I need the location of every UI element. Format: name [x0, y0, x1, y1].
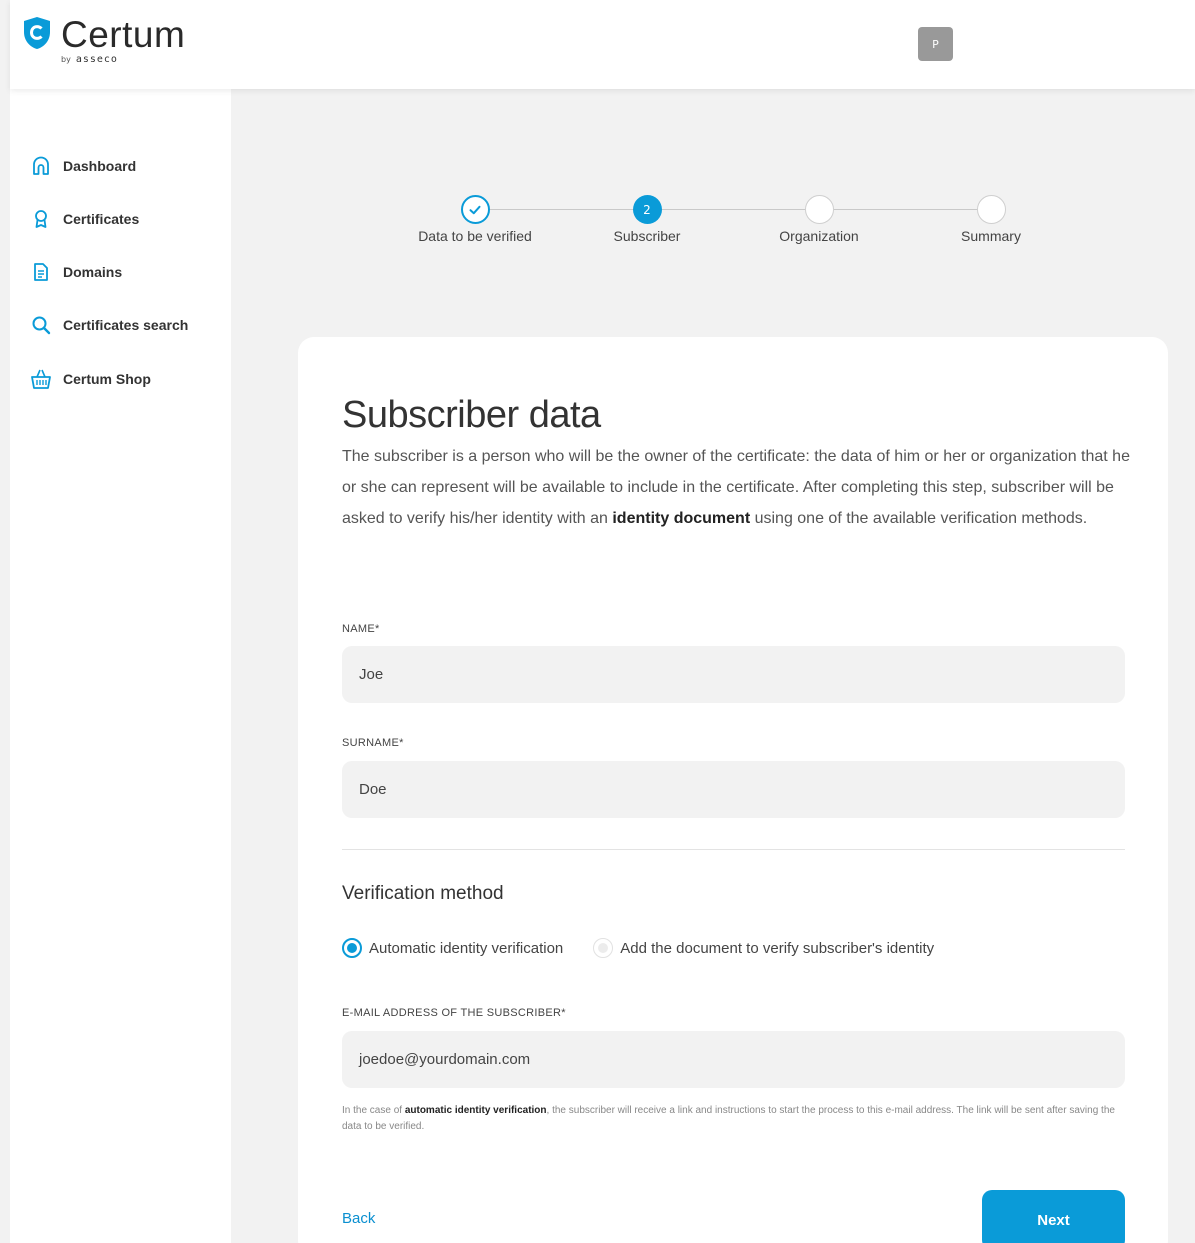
step-circle [804, 195, 834, 224]
sidebar-item-certum-shop[interactable]: Certum Shop [30, 366, 151, 392]
divider [342, 849, 1125, 850]
verification-method-title: Verification method [342, 883, 504, 904]
step-circle [460, 195, 490, 224]
brand-name: Certum [61, 14, 186, 55]
sidebar-item-label: Certificates [63, 211, 140, 227]
step-circle [976, 195, 1006, 224]
sidebar-item-label: Dashboard [63, 158, 137, 174]
step-label: Summary [961, 228, 1021, 244]
surname-field[interactable]: Doe [342, 761, 1125, 818]
step-subscriber[interactable]: 2 Subscriber [567, 195, 727, 244]
radio-add-document[interactable]: Add the document to verify subscriber's … [593, 938, 934, 958]
basket-icon [30, 368, 52, 390]
sidebar-item-label: Certificates search [63, 317, 189, 333]
sidebar-item-label: Domains [63, 264, 123, 280]
step-summary[interactable]: Summary [911, 195, 1071, 244]
subscriber-form-card: Subscriber data The subscriber is a pers… [298, 337, 1168, 1243]
note-text-bold: automatic identity verification [404, 1105, 547, 1116]
email-field[interactable]: joedoe@yourdomain.com [342, 1031, 1125, 1088]
sidebar: Dashboard Certificates Domains Certifica… [10, 89, 231, 1243]
brand-by: by [61, 55, 71, 64]
radio-button-unselected[interactable] [593, 938, 614, 958]
radio-automatic-verification[interactable]: Automatic identity verification [342, 938, 563, 958]
step-label: Organization [779, 228, 859, 244]
verification-method-radio-group: Automatic identity verification Add the … [342, 936, 964, 960]
next-button[interactable]: Next [982, 1190, 1125, 1243]
step-organization[interactable]: Organization [739, 195, 899, 244]
certum-logo[interactable]: Certum by asseco [22, 16, 185, 65]
search-icon [30, 314, 52, 336]
step-label: Data to be verified [418, 228, 532, 244]
sidebar-item-domains[interactable]: Domains [30, 259, 122, 285]
note-text-part: In the case of [342, 1105, 405, 1116]
name-field[interactable]: Joe [342, 646, 1125, 703]
document-icon [30, 261, 52, 283]
intro-text-bold: identity document [612, 510, 751, 527]
sidebar-item-label: Certum Shop [63, 371, 151, 387]
sidebar-item-certificates[interactable]: Certificates [30, 206, 139, 232]
radio-label: Add the document to verify subscriber's … [620, 939, 935, 957]
radio-button-selected[interactable] [342, 938, 362, 958]
step-circle: 2 [632, 195, 662, 224]
step-label: Subscriber [613, 228, 681, 244]
award-icon [30, 208, 52, 230]
avatar[interactable]: P [918, 27, 953, 61]
surname-label: SURNAME* [342, 737, 404, 749]
sidebar-item-certificates-search[interactable]: Certificates search [30, 312, 188, 338]
top-bar: Certum by asseco P [10, 0, 1195, 89]
brand-sub: asseco [75, 54, 118, 65]
check-icon [469, 205, 481, 214]
sidebar-item-dashboard[interactable]: Dashboard [30, 153, 136, 179]
verification-note: In the case of automatic identity verifi… [342, 1103, 1132, 1135]
page-title: Subscriber data [342, 394, 601, 436]
step-data-to-be-verified[interactable]: Data to be verified [395, 195, 555, 244]
radio-label: Automatic identity verification [369, 939, 564, 957]
email-label: E-MAIL ADDRESS OF THE SUBSCRIBER* [342, 1007, 566, 1019]
back-link[interactable]: Back [342, 1210, 375, 1227]
progress-stepper: Data to be verified 2 Subscriber Organiz… [390, 195, 1080, 265]
intro-text-part: using one of the available verification … [750, 510, 1088, 527]
shield-logo-icon [24, 17, 50, 49]
home-icon [30, 155, 52, 177]
name-label: NAME* [342, 623, 380, 635]
intro-text: The subscriber is a person who will be t… [342, 441, 1132, 534]
